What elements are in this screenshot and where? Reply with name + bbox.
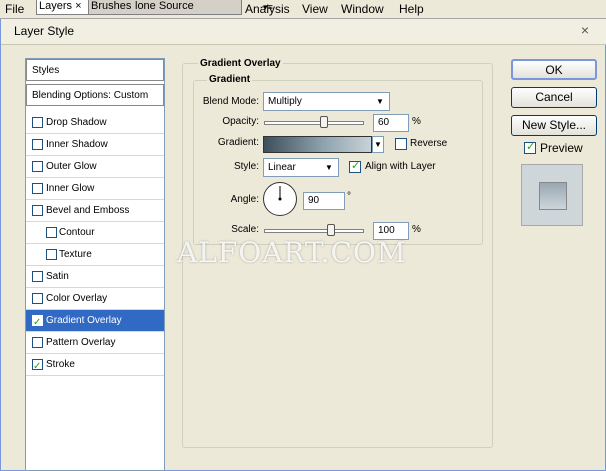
angle-input[interactable]: 90 bbox=[303, 192, 345, 210]
style-item-label: Stroke bbox=[46, 359, 75, 370]
style-item-label: Bevel and Emboss bbox=[46, 205, 130, 216]
angle-dial[interactable] bbox=[263, 182, 297, 216]
scale-label: Scale: bbox=[231, 224, 259, 235]
style-checkbox[interactable] bbox=[32, 117, 43, 128]
tab-clone-source[interactable]: lone Source bbox=[133, 0, 196, 14]
style-checkbox[interactable] bbox=[46, 249, 57, 260]
tab-layers[interactable]: Layers × bbox=[37, 0, 89, 14]
style-checkbox[interactable] bbox=[32, 356, 43, 378]
menu-help[interactable]: Help bbox=[399, 2, 424, 16]
align-with-layer-label: Align with Layer bbox=[365, 161, 436, 172]
blend-mode-label: Blend Mode: bbox=[202, 96, 259, 107]
cancel-button[interactable]: Cancel bbox=[511, 87, 597, 108]
styles-header[interactable]: Styles bbox=[26, 59, 164, 81]
style-item-label: Gradient Overlay bbox=[46, 315, 122, 326]
opacity-slider-thumb[interactable] bbox=[320, 116, 328, 128]
style-item-contour[interactable]: Contour bbox=[26, 222, 164, 244]
style-item-label: Inner Glow bbox=[46, 183, 95, 194]
opacity-slider-track[interactable] bbox=[264, 121, 364, 125]
style-item-texture[interactable]: Texture bbox=[26, 244, 164, 266]
tab-brushes[interactable]: Brushes bbox=[89, 0, 133, 14]
dialog-titlebar: Layer Style × bbox=[1, 19, 606, 45]
menu-view[interactable]: View bbox=[302, 2, 328, 16]
style-checkbox[interactable] bbox=[32, 205, 43, 216]
style-item-label: Outer Glow bbox=[46, 161, 97, 172]
reverse-checkbox[interactable] bbox=[395, 138, 407, 150]
style-item-outer-glow[interactable]: Outer Glow bbox=[26, 156, 164, 178]
style-checkbox[interactable] bbox=[32, 161, 43, 172]
menu-file[interactable]: File bbox=[5, 2, 24, 16]
gradient-label: Gradient: bbox=[217, 137, 259, 148]
style-value: Linear bbox=[268, 162, 296, 173]
style-item-color-overlay[interactable]: Color Overlay bbox=[26, 288, 164, 310]
style-select[interactable]: Linear ▼ bbox=[263, 158, 339, 177]
dialog-close-icon[interactable]: × bbox=[574, 22, 596, 40]
scale-input[interactable]: 100 bbox=[373, 222, 409, 240]
scale-slider-thumb[interactable] bbox=[327, 224, 335, 236]
style-item-inner-shadow[interactable]: Inner Shadow bbox=[26, 134, 164, 156]
preview-thumbnail bbox=[521, 164, 583, 226]
chevron-down-icon: ▼ bbox=[325, 163, 333, 172]
style-checkbox[interactable] bbox=[32, 337, 43, 348]
section-title: Gradient Overlay bbox=[198, 58, 283, 69]
style-item-label: Inner Shadow bbox=[46, 139, 108, 150]
align-with-layer-checkbox[interactable] bbox=[349, 159, 361, 173]
new-style-button[interactable]: New Style... bbox=[511, 115, 597, 136]
style-item-gradient-overlay[interactable]: Gradient Overlay bbox=[26, 310, 164, 334]
style-item-label: Drop Shadow bbox=[46, 117, 107, 128]
opacity-unit: % bbox=[412, 116, 421, 127]
gradient-group-title: Gradient bbox=[207, 74, 253, 85]
styles-list: Styles Blending Options: Custom Drop Sha… bbox=[25, 58, 165, 471]
preview-checkbox[interactable] bbox=[524, 140, 536, 154]
style-label: Style: bbox=[233, 161, 259, 172]
opacity-label: Opacity: bbox=[222, 116, 259, 127]
panel-tabs: Layers × Brushes lone Source ▾≡ bbox=[36, 0, 273, 15]
blend-mode-value: Multiply bbox=[268, 96, 302, 107]
style-item-label: Satin bbox=[46, 271, 69, 282]
angle-dial-indicator-icon bbox=[278, 186, 282, 201]
style-checkbox[interactable] bbox=[32, 183, 43, 194]
gradient-swatch[interactable] bbox=[263, 136, 372, 153]
style-checkbox[interactable] bbox=[46, 227, 57, 238]
scale-unit: % bbox=[412, 224, 421, 235]
preview-label: Preview bbox=[540, 141, 583, 155]
blend-mode-select[interactable]: Multiply ▼ bbox=[263, 92, 390, 111]
reverse-label: Reverse bbox=[410, 138, 448, 149]
style-checkbox[interactable] bbox=[32, 293, 43, 304]
style-checkbox[interactable] bbox=[32, 312, 43, 334]
menu-bar: File Layers × Brushes lone Source ▾≡ Ana… bbox=[0, 0, 606, 19]
style-checkbox[interactable] bbox=[32, 139, 43, 150]
style-item-label: Texture bbox=[59, 249, 92, 260]
angle-label: Angle: bbox=[230, 194, 259, 205]
gradient-dropdown-icon[interactable]: ▼ bbox=[372, 136, 384, 153]
scale-slider-track[interactable] bbox=[264, 229, 364, 233]
angle-unit: ° bbox=[347, 191, 351, 202]
menu-analysis[interactable]: Analysis bbox=[245, 2, 290, 16]
menu-window[interactable]: Window bbox=[341, 2, 384, 16]
style-checkbox[interactable] bbox=[32, 271, 43, 282]
style-item-label: Pattern Overlay bbox=[46, 337, 116, 348]
style-item-satin[interactable]: Satin bbox=[26, 266, 164, 288]
style-item-pattern-overlay[interactable]: Pattern Overlay bbox=[26, 332, 164, 354]
style-item-bevel-and-emboss[interactable]: Bevel and Emboss bbox=[26, 200, 164, 222]
style-item-label: Color Overlay bbox=[46, 293, 108, 304]
layer-style-dialog: Layer Style × Styles Blending Options: C… bbox=[0, 19, 606, 471]
preview-swatch bbox=[539, 182, 567, 210]
dialog-title: Layer Style bbox=[14, 24, 75, 38]
close-icon[interactable]: × bbox=[75, 0, 81, 12]
tab-layers-label: Layers bbox=[39, 0, 73, 12]
opacity-input[interactable]: 60 bbox=[373, 114, 409, 132]
style-item-stroke[interactable]: Stroke bbox=[26, 354, 164, 378]
style-item-inner-glow[interactable]: Inner Glow bbox=[26, 178, 164, 200]
style-item-drop-shadow[interactable]: Drop Shadow bbox=[26, 112, 164, 134]
blending-options-item[interactable]: Blending Options: Custom bbox=[26, 84, 164, 106]
ok-button[interactable]: OK bbox=[511, 59, 597, 80]
style-item-label: Contour bbox=[59, 227, 95, 238]
chevron-down-icon: ▼ bbox=[376, 97, 384, 106]
